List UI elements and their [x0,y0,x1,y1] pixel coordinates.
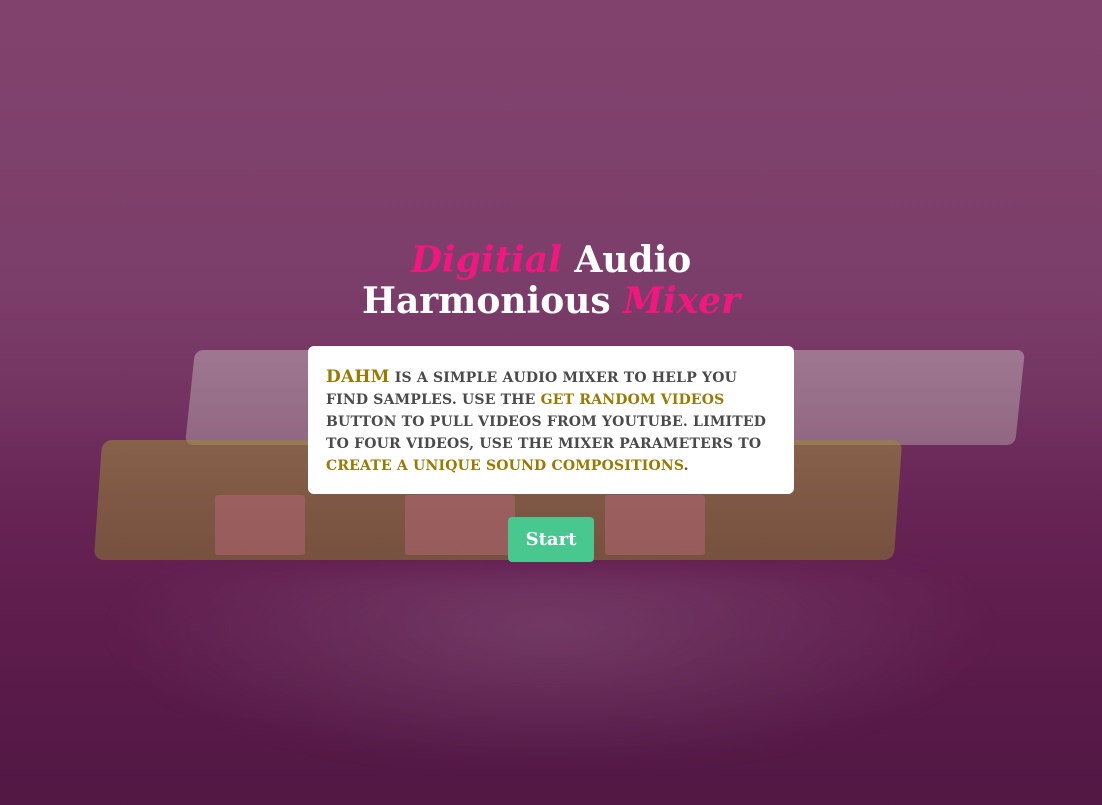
title-accent-digitial: Digitial [410,239,562,281]
start-button[interactable]: Start [508,517,594,562]
title-harmonious: Harmonious [361,280,611,322]
intro-highlight-create-compositions: CREATE A UNIQUE SOUND COMPOSITIONS [326,458,684,474]
intro-text-3: . [683,458,689,474]
intro-text-2: BUTTON TO PULL VIDEOS FROM YOUTUBE. LIMI… [326,414,767,452]
intro-card: DAHM IS A SIMPLE AUDIO MIXER TO HELP YOU… [308,346,794,494]
brand-name: DAHM [326,367,390,387]
intro-highlight-get-random-videos: GET RANDOM VIDEOS [540,392,725,408]
title-accent-mixer: Mixer [623,280,741,322]
page-title: Digitial Audio Harmonious Mixer [0,240,1102,322]
title-audio: Audio [574,239,692,281]
